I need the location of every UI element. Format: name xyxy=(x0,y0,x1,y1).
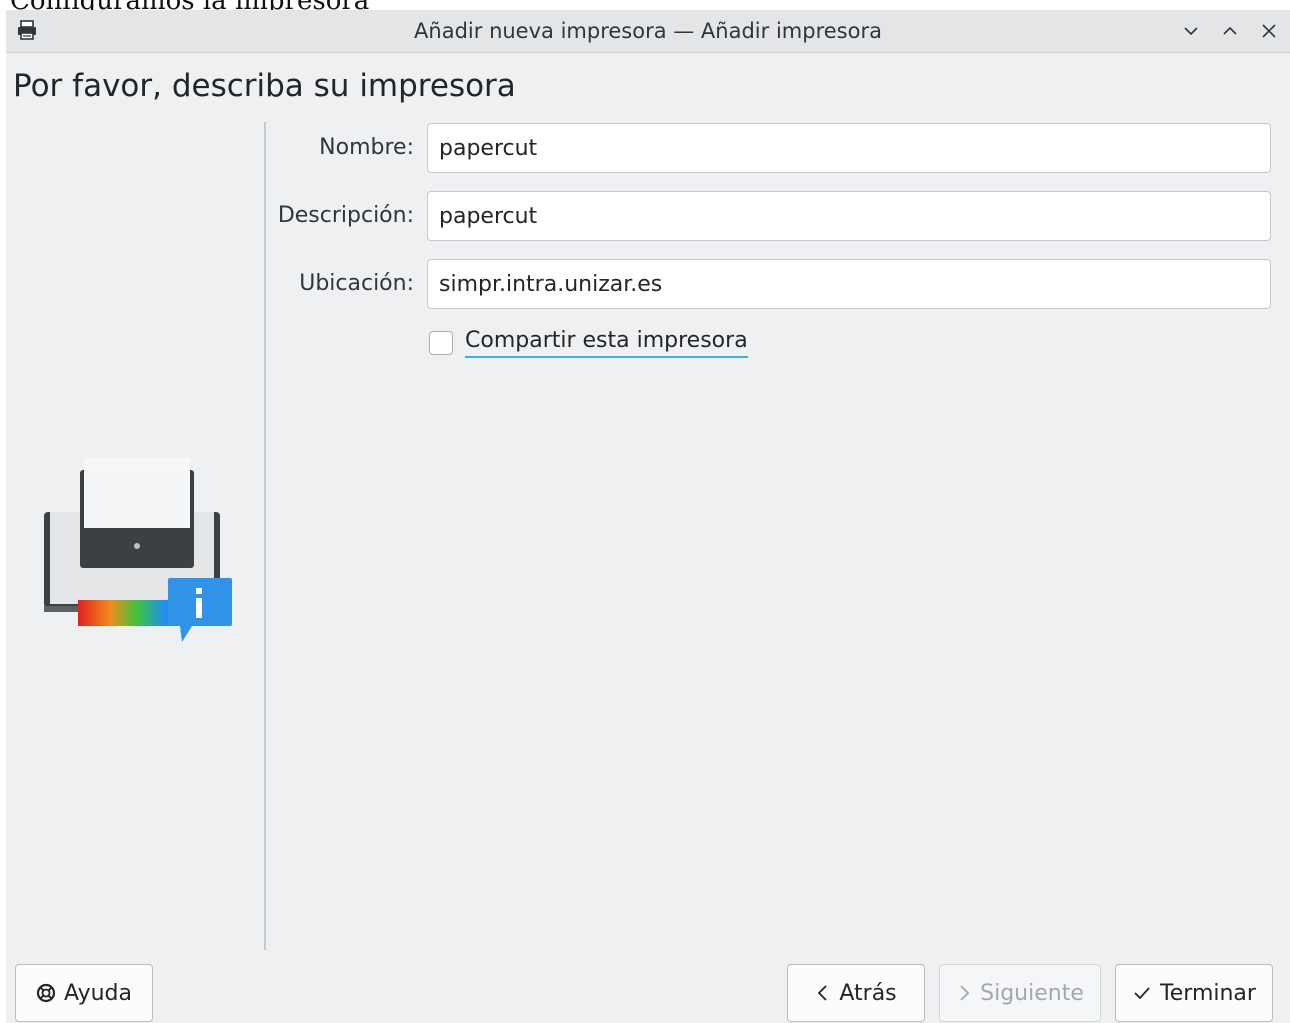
printer-info-illustration-icon xyxy=(40,450,236,646)
back-button[interactable]: Atrás xyxy=(787,964,925,1022)
share-printer-checkbox[interactable] xyxy=(429,331,453,355)
next-button-label: Siguiente xyxy=(980,980,1084,1006)
help-button[interactable]: Ayuda xyxy=(15,964,153,1022)
description-field[interactable] xyxy=(427,191,1271,241)
share-printer-label[interactable]: Compartir esta impresora xyxy=(465,328,748,358)
name-field[interactable] xyxy=(427,123,1271,173)
chevron-right-icon xyxy=(956,983,972,1003)
vertical-divider xyxy=(264,122,266,950)
chevron-left-icon xyxy=(815,983,831,1003)
window-title: Añadir nueva impresora — Añadir impresor… xyxy=(414,19,882,43)
checkmark-icon xyxy=(1132,983,1152,1003)
location-label: Ubicación: xyxy=(299,271,414,296)
add-printer-dialog: Añadir nueva impresora — Añadir impresor… xyxy=(6,10,1290,1023)
location-field[interactable] xyxy=(427,259,1271,309)
next-button[interactable]: Siguiente xyxy=(939,964,1101,1022)
help-button-label: Ayuda xyxy=(64,980,132,1006)
title-bar: Añadir nueva impresora — Añadir impresor… xyxy=(6,10,1290,53)
name-label: Nombre: xyxy=(319,135,414,160)
back-button-label: Atrás xyxy=(839,980,897,1006)
page-title: Por favor, describa su impresora xyxy=(13,68,516,104)
finish-button[interactable]: Terminar xyxy=(1115,964,1273,1022)
finish-button-label: Terminar xyxy=(1160,980,1256,1006)
close-icon[interactable] xyxy=(1254,16,1284,46)
minimize-icon[interactable] xyxy=(1176,16,1206,46)
maximize-icon[interactable] xyxy=(1215,16,1245,46)
description-label: Descripción: xyxy=(277,203,414,228)
help-icon xyxy=(36,983,56,1003)
